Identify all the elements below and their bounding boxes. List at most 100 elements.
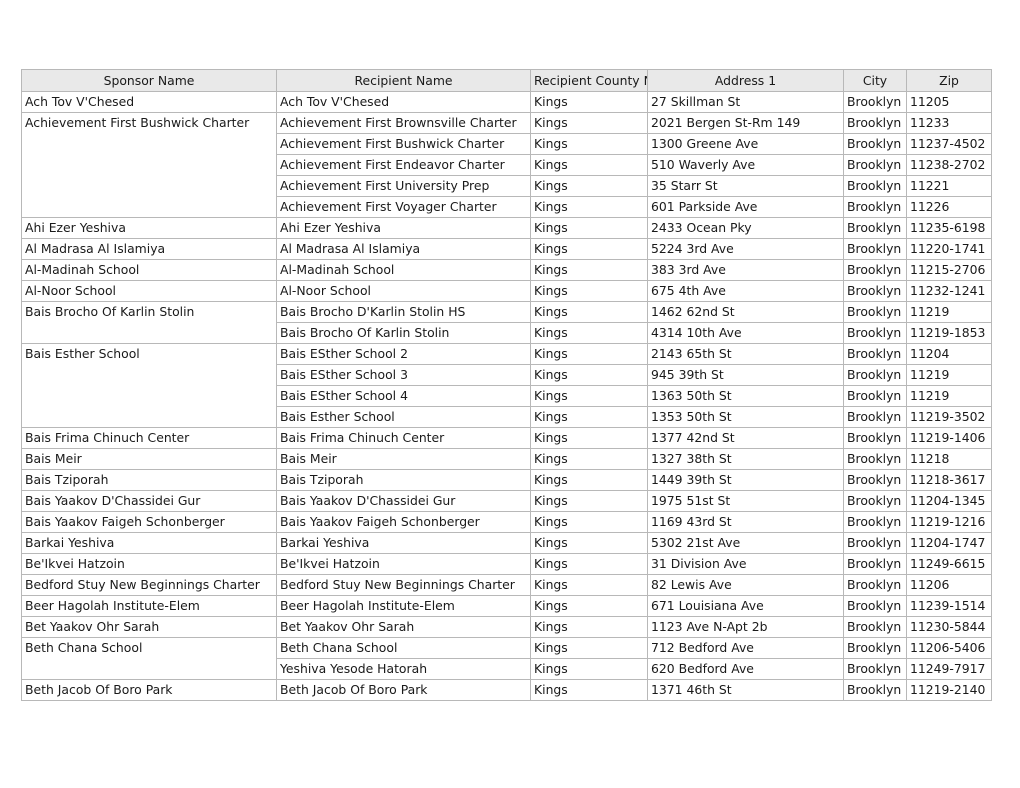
cell-sponsor-name: Bais Yaakov Faigeh Schonberger xyxy=(22,512,276,532)
cell-zip: 11249-6615 xyxy=(907,554,991,574)
cell-city: Brooklyn xyxy=(844,134,906,154)
cell-recipient-county-name: Kings xyxy=(531,617,647,637)
cell-address-1: 82 Lewis Ave xyxy=(648,575,843,595)
table-row[interactable]: Bais Esther School Bais ESther School 2 Ki… xyxy=(22,344,991,427)
cell-recipient-county-name: Kings xyxy=(531,260,647,280)
cell-city: Brooklyn xyxy=(844,386,906,406)
table-row[interactable]: Al-Noor School Al-Noor School Kings 675 4th… xyxy=(22,281,991,301)
cell-zip: 11205 xyxy=(907,92,991,112)
cell-zip: 11219-1406 xyxy=(907,428,991,448)
table-row[interactable]: Bais Yaakov D'Chassidei Gur Bais Yaakov D… xyxy=(22,491,991,511)
table-row[interactable]: Al-Madinah School Al-Madinah School Kings 3… xyxy=(22,260,991,280)
cell-sponsor-name: Al-Noor School xyxy=(22,281,276,301)
table-row[interactable]: Ahi Ezer Yeshiva Ahi Ezer Yeshiva Kings 243… xyxy=(22,218,991,238)
cell-recipient-name: Bedford Stuy New Beginnings Charter xyxy=(277,575,530,595)
column-header-zip[interactable]: Zip xyxy=(907,70,991,91)
cell-recipient-county-name: Kings xyxy=(531,491,647,511)
cell-city: Brooklyn xyxy=(844,470,906,490)
cell-address-1: 2433 Ocean Pky xyxy=(648,218,843,238)
cell-zip: 11219-1853 xyxy=(907,323,991,343)
cell-recipient-county-name: Kings xyxy=(531,176,647,196)
table-body: Ach Tov V'Chesed Ach Tov V'Chesed Kings 27 … xyxy=(22,92,991,700)
cell-recipient-county-name: Kings xyxy=(531,407,647,427)
cell-city: Brooklyn xyxy=(844,491,906,511)
cell-recipient-county-name: Kings xyxy=(531,302,647,322)
cell-city: Brooklyn xyxy=(844,176,906,196)
cell-recipient-name: Bais Meir xyxy=(277,449,530,469)
column-header-city[interactable]: City xyxy=(844,70,906,91)
table-row[interactable]: Beth Chana School Beth Chana School Kings 7… xyxy=(22,638,991,679)
table-row[interactable]: Be'Ikvei Hatzoin Be'Ikvei Hatzoin Kings 31 … xyxy=(22,554,991,574)
cell-zip: 11218 xyxy=(907,449,991,469)
table-row[interactable]: Barkai Yeshiva Barkai Yeshiva Kings 5302 21… xyxy=(22,533,991,553)
table-row[interactable]: Beer Hagolah Institute-Elem Beer Hagolah … xyxy=(22,596,991,616)
cell-zip: 11232-1241 xyxy=(907,281,991,301)
cell-recipient-name: Bais Yaakov Faigeh Schonberger xyxy=(277,512,530,532)
cell-recipient-county-name: Kings xyxy=(531,680,647,700)
table-row[interactable]: Bais Frima Chinuch Center Bais Frima Chin… xyxy=(22,428,991,448)
table-row[interactable]: Ach Tov V'Chesed Ach Tov V'Chesed Kings 27 … xyxy=(22,92,991,112)
cell-recipient-county-name: Kings xyxy=(531,344,647,364)
cell-address-1: 1353 50th St xyxy=(648,407,843,427)
cell-zip: 11206-5406 xyxy=(907,638,991,658)
table-row[interactable]: Bet Yaakov Ohr Sarah Bet Yaakov Ohr Sarah… xyxy=(22,617,991,637)
table-row[interactable]: Achievement First Bushwick Charter Achiev… xyxy=(22,113,991,217)
column-header-sponsor-name[interactable]: Sponsor Name xyxy=(22,70,276,91)
cell-recipient-name: Bais Tziporah xyxy=(277,470,530,490)
cell-recipient-name: Achievement First Brownsville Charter xyxy=(277,113,530,133)
cell-sponsor-name: Al Madrasa Al Islamiya xyxy=(22,239,276,259)
cell-sponsor-name: Beth Chana School xyxy=(22,638,276,679)
table-row[interactable]: Bedford Stuy New Beginnings Charter Bedfo… xyxy=(22,575,991,595)
cell-zip: 11235-6198 xyxy=(907,218,991,238)
cell-sponsor-name: Achievement First Bushwick Charter xyxy=(22,113,276,217)
cell-address-1: 4314 10th Ave xyxy=(648,323,843,343)
cell-city: Brooklyn xyxy=(844,365,906,385)
cell-recipient-county-name: Kings xyxy=(531,386,647,406)
table-row[interactable]: Bais Yaakov Faigeh Schonberger Bais Yaako… xyxy=(22,512,991,532)
sponsor-recipient-table: Sponsor Name Recipient Name Recipient Co… xyxy=(21,69,992,701)
cell-city: Brooklyn xyxy=(844,260,906,280)
table-row[interactable]: Bais Tziporah Bais Tziporah Kings 1449 39th… xyxy=(22,470,991,490)
column-header-recipient-name[interactable]: Recipient Name xyxy=(277,70,530,91)
cell-city: Brooklyn xyxy=(844,512,906,532)
cell-recipient-name: Be'Ikvei Hatzoin xyxy=(277,554,530,574)
cell-zip: 11249-7917 xyxy=(907,659,991,679)
cell-recipient-county-name: Kings xyxy=(531,575,647,595)
cell-sponsor-name: Al-Madinah School xyxy=(22,260,276,280)
cell-address-1: 5302 21st Ave xyxy=(648,533,843,553)
table-row[interactable]: Bais Meir Bais Meir Kings 1327 38th St Brook… xyxy=(22,449,991,469)
cell-recipient-county-name: Kings xyxy=(531,638,647,658)
table-row[interactable]: Al Madrasa Al Islamiya Al Madrasa Al Isla… xyxy=(22,239,991,259)
cell-recipient-county-name: Kings xyxy=(531,323,647,343)
cell-city: Brooklyn xyxy=(844,596,906,616)
cell-address-1: 675 4th Ave xyxy=(648,281,843,301)
cell-city: Brooklyn xyxy=(844,428,906,448)
cell-zip: 11206 xyxy=(907,575,991,595)
cell-recipient-name: Achievement First Voyager Charter xyxy=(277,197,530,217)
cell-sponsor-name: Bais Esther School xyxy=(22,344,276,427)
cell-recipient-county-name: Kings xyxy=(531,92,647,112)
cell-recipient-name: Beth Chana School xyxy=(277,638,530,658)
cell-city: Brooklyn xyxy=(844,449,906,469)
cell-recipient-county-name: Kings xyxy=(531,470,647,490)
column-header-recipient-county-name[interactable]: Recipient County Name xyxy=(531,70,647,91)
cell-city: Brooklyn xyxy=(844,155,906,175)
cell-recipient-name: Barkai Yeshiva xyxy=(277,533,530,553)
cell-zip: 11219 xyxy=(907,302,991,322)
table-row[interactable]: Beth Jacob Of Boro Park Beth Jacob Of Bor… xyxy=(22,680,991,700)
cell-city: Brooklyn xyxy=(844,302,906,322)
cell-sponsor-name: Be'Ikvei Hatzoin xyxy=(22,554,276,574)
cell-address-1: 1449 39th St xyxy=(648,470,843,490)
column-header-address-1[interactable]: Address 1 xyxy=(648,70,843,91)
cell-recipient-county-name: Kings xyxy=(531,365,647,385)
cell-address-1: 510 Waverly Ave xyxy=(648,155,843,175)
cell-city: Brooklyn xyxy=(844,659,906,679)
table-row[interactable]: Bais Brocho Of Karlin Stolin Bais Brocho … xyxy=(22,302,991,343)
cell-address-1: 383 3rd Ave xyxy=(648,260,843,280)
cell-city: Brooklyn xyxy=(844,407,906,427)
cell-sponsor-name: Bedford Stuy New Beginnings Charter xyxy=(22,575,276,595)
cell-sponsor-name: Bais Frima Chinuch Center xyxy=(22,428,276,448)
cell-address-1: 671 Louisiana Ave xyxy=(648,596,843,616)
cell-city: Brooklyn xyxy=(844,92,906,112)
cell-sponsor-name: Bais Meir xyxy=(22,449,276,469)
